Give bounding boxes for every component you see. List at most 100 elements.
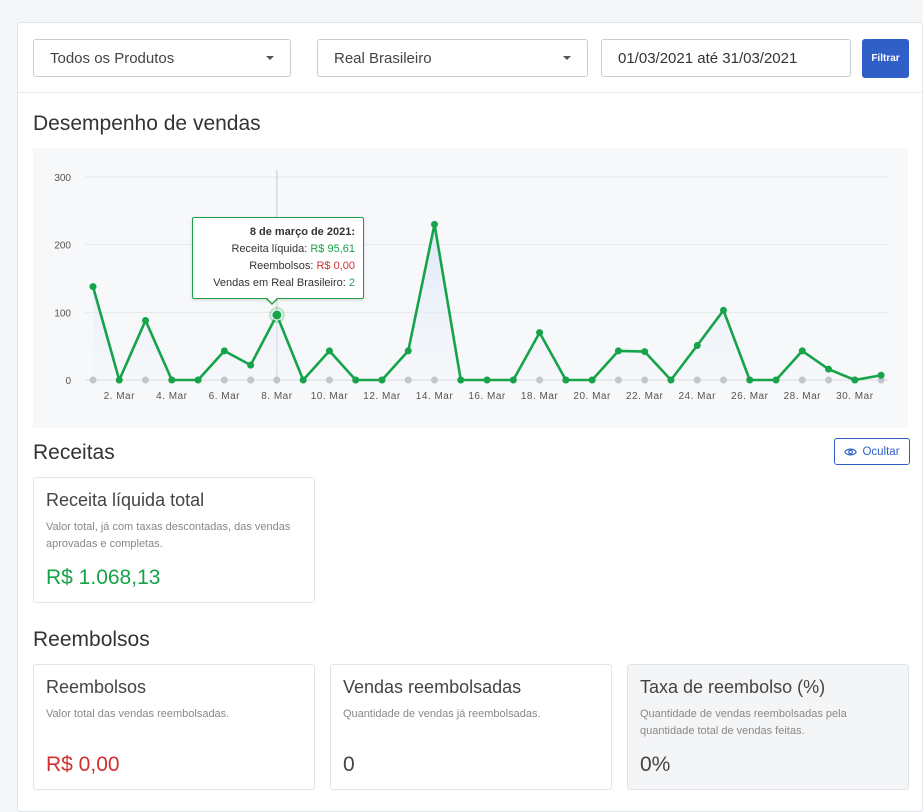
data-point [168, 376, 176, 384]
data-point [378, 376, 386, 384]
secondary-point [220, 376, 228, 384]
refund-rate-card: Taxa de reembolso (%) Quantidade de vend… [627, 664, 909, 790]
secondary-point [693, 376, 701, 384]
tooltip-sales-value: 2 [348, 277, 355, 289]
secondary-point [89, 376, 97, 384]
refunds-card: Reembolsos Valor total das vendas reembo… [33, 664, 315, 790]
x-tick-label: 16. Mar [468, 391, 506, 402]
tooltip-title: 8 de março de 2021: [249, 226, 355, 238]
data-point [614, 347, 622, 355]
y-tick-label: 200 [54, 241, 71, 252]
data-point [641, 348, 649, 356]
secondary-point [641, 376, 649, 384]
data-point [142, 316, 150, 324]
data-point [115, 376, 123, 384]
refund-rate-value: 0% [640, 753, 671, 776]
secondary-point [825, 376, 833, 384]
product-select-value: Todos os Produtos [50, 49, 175, 67]
data-point [746, 376, 754, 384]
tooltip-net-value: R$ 95,61 [310, 243, 355, 255]
data-point [220, 347, 228, 355]
refunds-card-title: Reembolsos [46, 677, 147, 697]
data-point [299, 376, 307, 384]
data-point [588, 376, 596, 384]
net-revenue-value: R$ 1.068,13 [46, 566, 161, 589]
data-point [483, 376, 491, 384]
x-tick-label: 20. Mar [573, 391, 611, 402]
chart-tooltip: 8 de março de 2021: Receita líquida: R$ … [192, 217, 364, 299]
secondary-point [325, 376, 333, 384]
y-tick-label: 0 [65, 376, 71, 387]
data-point [89, 283, 97, 291]
x-tick-label: 4. Mar [156, 391, 188, 402]
date-range-input[interactable]: 01/03/2021 até 31/03/2021 [601, 39, 851, 77]
sales-chart: 0 100 200 300 2. Mar 4. Mar 6. Mar 8. Mar 10. Ma… [33, 148, 908, 428]
tooltip-net-row: Receita líquida: R$ 95,61 [201, 241, 355, 258]
secondary-point [247, 376, 255, 384]
data-point [194, 376, 202, 384]
filter-bar: Todos os Produtos Real Brasileiro 01/03/… [18, 23, 922, 93]
x-tick-label: 2. Mar [104, 391, 136, 402]
x-tick-label: 14. Mar [416, 391, 454, 402]
secondary-point [431, 376, 439, 384]
x-tick-label: 8. Mar [261, 391, 293, 402]
performance-title: Desempenho de vendas [33, 112, 261, 135]
secondary-point [404, 376, 412, 384]
refund-rate-desc: Quantidade de vendas reembolsadas pela q… [640, 708, 847, 737]
y-tick-label: 300 [54, 173, 71, 184]
data-point [536, 329, 544, 337]
x-tick-label: 26. Mar [731, 391, 769, 402]
refund-rate-title: Taxa de reembolso (%) [640, 677, 826, 697]
date-range-value: 01/03/2021 até 31/03/2021 [618, 49, 798, 67]
tooltip-refunds-value: R$ 0,00 [316, 260, 355, 272]
data-point [825, 365, 833, 373]
secondary-point [142, 376, 150, 384]
tooltip-refunds-label: Reembolsos: [249, 260, 314, 272]
chevron-down-icon [563, 56, 571, 60]
x-tick-label: 30. Mar [836, 391, 874, 402]
x-tick-label: 6. Mar [209, 391, 241, 402]
filter-button[interactable]: Filtrar [862, 39, 909, 78]
refunds-card-value: R$ 0,00 [46, 753, 120, 776]
data-point [851, 376, 859, 384]
tooltip-arrow-inner [266, 297, 278, 303]
net-revenue-desc: Valor total, já com taxas descontadas, d… [46, 521, 291, 550]
data-point [325, 347, 333, 355]
refunded-sales-card: Vendas reembolsadas Quantidade de vendas… [330, 664, 612, 790]
refunded-sales-value: 0 [343, 753, 355, 776]
x-tick-label: 18. Mar [521, 391, 559, 402]
eye-icon [844, 448, 858, 455]
refunded-sales-desc: Quantidade de vendas já reembolsadas. [343, 708, 541, 720]
y-tick-label: 100 [54, 308, 71, 319]
data-point [772, 376, 780, 384]
x-tick-label: 12. Mar [363, 391, 401, 402]
data-point [352, 376, 360, 384]
data-point [457, 376, 465, 384]
data-point [404, 347, 412, 355]
currency-select-value: Real Brasileiro [334, 49, 432, 67]
highlight-point [271, 309, 283, 321]
data-point [509, 376, 517, 384]
data-point [667, 376, 675, 384]
hide-button[interactable]: Ocultar [834, 438, 910, 465]
data-point [798, 347, 806, 355]
tooltip-net-label: Receita líquida: [231, 243, 308, 255]
currency-select[interactable]: Real Brasileiro [317, 39, 588, 77]
secondary-point [614, 376, 622, 384]
product-select[interactable]: Todos os Produtos [33, 39, 291, 77]
secondary-point [273, 376, 281, 384]
dashboard-card: Todos os Produtos Real Brasileiro 01/03/… [17, 22, 923, 812]
chevron-down-icon [266, 56, 274, 60]
refunds-card-desc: Valor total das vendas reembolsadas. [46, 708, 230, 720]
tooltip-refunds-row: Reembolsos: R$ 0,00 [201, 258, 355, 275]
x-tick-label: 28. Mar [784, 391, 822, 402]
data-point [719, 306, 727, 314]
secondary-point [798, 376, 806, 384]
tooltip-sales-row: Vendas em Real Brasileiro: 2 [201, 275, 355, 292]
data-point [562, 376, 570, 384]
net-revenue-card: Receita líquida total Valor total, já co… [33, 477, 315, 603]
net-revenue-title: Receita líquida total [46, 490, 205, 510]
x-tick-label: 22. Mar [626, 391, 664, 402]
sales-chart-svg: 0 100 200 300 2. Mar 4. Mar 6. Mar 8. Mar 10. Ma… [54, 170, 888, 402]
x-tick-label: 24. Mar [679, 391, 717, 402]
